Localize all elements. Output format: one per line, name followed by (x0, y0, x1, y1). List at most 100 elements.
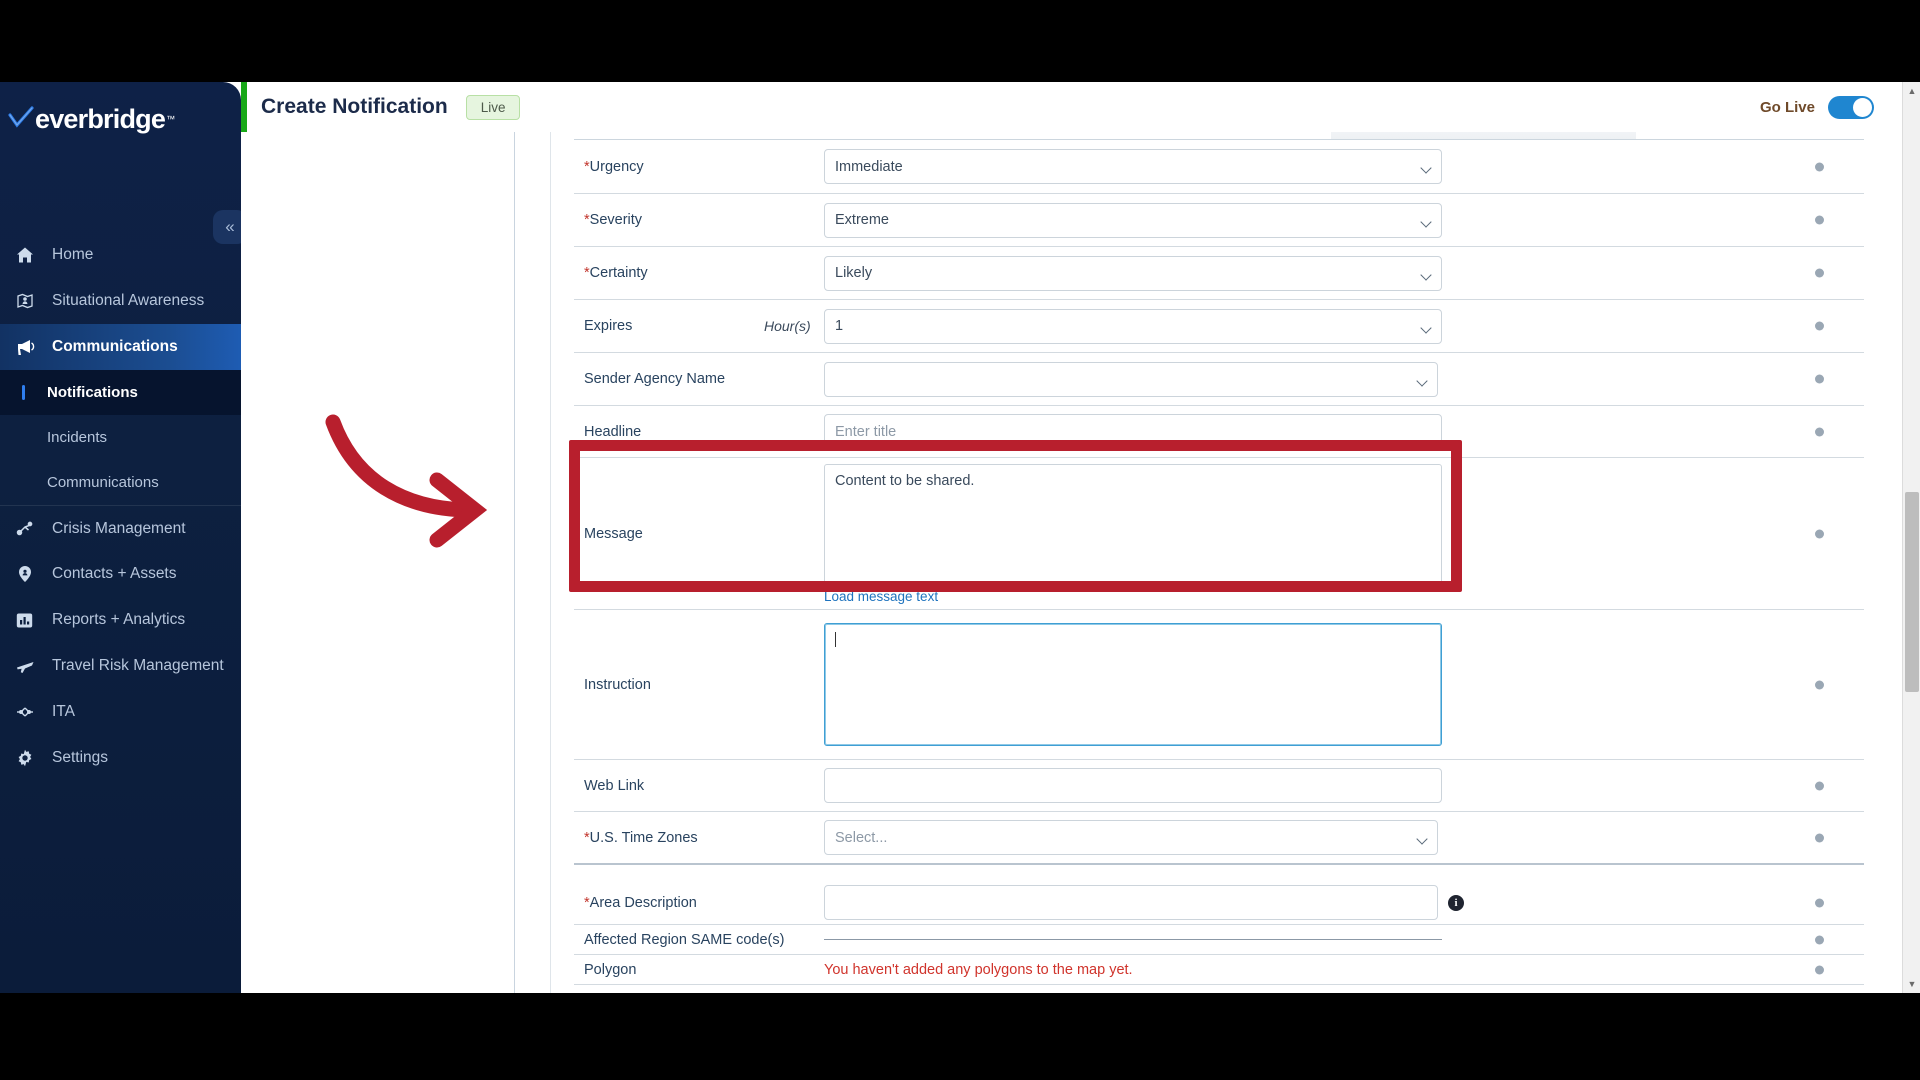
instruction-textarea[interactable] (824, 623, 1442, 746)
sidebar: everbridge ™ « Home Situational Awarenes… (0, 82, 241, 993)
page-title: Create Notification (261, 95, 448, 118)
form-row-affected-region-same-codes: Affected Region SAME code(s) (574, 925, 1864, 955)
row-status-dot (1815, 321, 1824, 331)
field-label: *Urgency (584, 158, 644, 175)
field-label: *U.S. Time Zones (584, 829, 698, 846)
airplane-icon (16, 657, 42, 676)
sidebar-item-travel-risk-management[interactable]: Travel Risk Management (0, 643, 241, 689)
headline-placeholder: Enter title (835, 423, 897, 440)
row-status-dot (1815, 781, 1824, 790)
expires-select[interactable]: 1 (824, 308, 1442, 344)
certainty-select[interactable]: Likely (824, 255, 1442, 291)
severity-select[interactable]: Extreme (824, 202, 1442, 238)
field-label: *Area Description (584, 894, 697, 911)
field-control-wrap: i (824, 885, 1864, 920)
vertical-scrollbar[interactable]: ▲ ▼ (1902, 82, 1920, 993)
sidebar-item-settings[interactable]: Settings (0, 735, 241, 781)
sidebar-item-label: Communications (52, 338, 178, 355)
row-status-dot (1815, 833, 1824, 842)
field-label: Headline (584, 423, 642, 440)
sidebar-subitem-label: Incidents (47, 429, 108, 446)
sidebar-item-notifications[interactable]: Notifications (0, 370, 241, 415)
field-label: Polygon (584, 961, 637, 978)
field-label: Sender Agency Name (584, 371, 726, 387)
field-control-wrap: Extreme (824, 202, 1864, 238)
field-control-wrap: 1 (824, 308, 1864, 344)
sender-agency-select[interactable] (824, 361, 1438, 397)
scrollbar-thumb[interactable] (1905, 492, 1919, 692)
sidebar-item-label: Travel Risk Management (52, 657, 224, 674)
message-textarea[interactable]: Content to be shared. (824, 463, 1442, 587)
field-control-wrap: Immediate (824, 149, 1864, 184)
active-indicator-bar (22, 430, 25, 445)
urgency-select[interactable]: Immediate (824, 149, 1442, 184)
sidebar-item-contacts-assets[interactable]: Contacts + Assets (0, 551, 241, 597)
form-content-area: *Urgency Immediate *Severity Extreme *Ce… (241, 132, 1902, 993)
map-person-icon (16, 292, 42, 310)
field-label: Message (584, 525, 643, 542)
sidebar-item-situational-awareness[interactable]: Situational Awareness (0, 278, 241, 324)
scroll-down-arrow-icon[interactable]: ▼ (1903, 975, 1920, 993)
scrolled-top-strip (574, 132, 1864, 140)
time-zones-placeholder: Select... (835, 829, 888, 846)
row-status-dot (1815, 374, 1824, 384)
field-label: *Severity (584, 212, 643, 228)
load-message-text-link[interactable]: Load message text (824, 589, 938, 604)
bar-chart-icon (16, 612, 42, 629)
row-status-dot (1815, 427, 1824, 436)
field-label: *Certainty (584, 265, 648, 281)
field-control-wrap (824, 935, 1864, 944)
headline-input[interactable]: Enter title (824, 414, 1442, 449)
sidebar-item-crisis-management[interactable]: Crisis Management (0, 505, 241, 551)
go-live-toggle[interactable] (1828, 95, 1874, 119)
sidebar-item-label: Home (52, 246, 94, 263)
go-live-control: Go Live (1759, 95, 1874, 119)
area-description-input[interactable] (824, 885, 1438, 920)
same-codes-empty-line[interactable] (824, 939, 1442, 940)
network-icon (16, 703, 42, 721)
checkmark-logo-icon (8, 106, 34, 128)
sidebar-subitem-label: Communications (47, 474, 159, 491)
row-status-dot (1815, 935, 1824, 944)
form-row-us-time-zones: *U.S. Time Zones Select... (574, 812, 1864, 865)
sidebar-item-communications-sub[interactable]: Communications (0, 460, 241, 505)
row-status-dot (1815, 680, 1824, 689)
sidebar-item-reports-analytics[interactable]: Reports + Analytics (0, 597, 241, 643)
sidebar-item-home[interactable]: Home (0, 232, 241, 278)
field-control-wrap: Enter title (824, 414, 1864, 449)
field-control-wrap: Select... (824, 820, 1864, 855)
logo-trademark: ™ (166, 114, 176, 124)
field-control-wrap: Likely (824, 255, 1864, 291)
row-status-dot (1815, 215, 1824, 225)
polygon-warning-text: You haven't added any polygons to the ma… (824, 961, 1133, 978)
sidebar-item-communications[interactable]: Communications (0, 324, 241, 370)
sidebar-item-label: Settings (52, 749, 109, 766)
toggle-knob (1853, 97, 1872, 117)
info-icon[interactable]: i (1448, 894, 1464, 911)
everbridge-logo[interactable]: everbridge ™ (8, 96, 175, 142)
sidebar-item-label: Contacts + Assets (52, 565, 177, 582)
sidebar-item-label: Situational Awareness (52, 292, 205, 309)
form-row-message: Message Content to be shared. Load messa… (574, 458, 1864, 610)
text-cursor (835, 632, 836, 647)
scrolled-tab-remnant (1331, 132, 1636, 139)
row-status-dot (1815, 965, 1824, 974)
go-live-label: Go Live (1759, 98, 1815, 116)
field-control-wrap: You haven't added any polygons to the ma… (824, 962, 1864, 978)
field-control-wrap (824, 623, 1864, 746)
row-status-dot (1815, 162, 1824, 171)
field-label: Web Link (584, 777, 645, 794)
scroll-up-arrow-icon[interactable]: ▲ (1903, 82, 1920, 100)
screenshot-root: everbridge ™ « Home Situational Awarenes… (0, 0, 1920, 1080)
web-link-input[interactable] (824, 768, 1442, 803)
form-row-certainty: *Certainty Likely (574, 247, 1864, 300)
sidebar-item-incidents[interactable]: Incidents (0, 415, 241, 460)
sidebar-item-ita[interactable]: ITA (0, 689, 241, 735)
active-indicator-bar (22, 385, 25, 400)
panel-divider-2 (550, 132, 551, 993)
logo-text: everbridge (35, 103, 166, 134)
us-time-zones-select[interactable]: Select... (824, 820, 1438, 855)
sidebar-item-label: Crisis Management (52, 519, 186, 537)
form-row-sender-agency-name: Sender Agency Name (574, 353, 1864, 406)
